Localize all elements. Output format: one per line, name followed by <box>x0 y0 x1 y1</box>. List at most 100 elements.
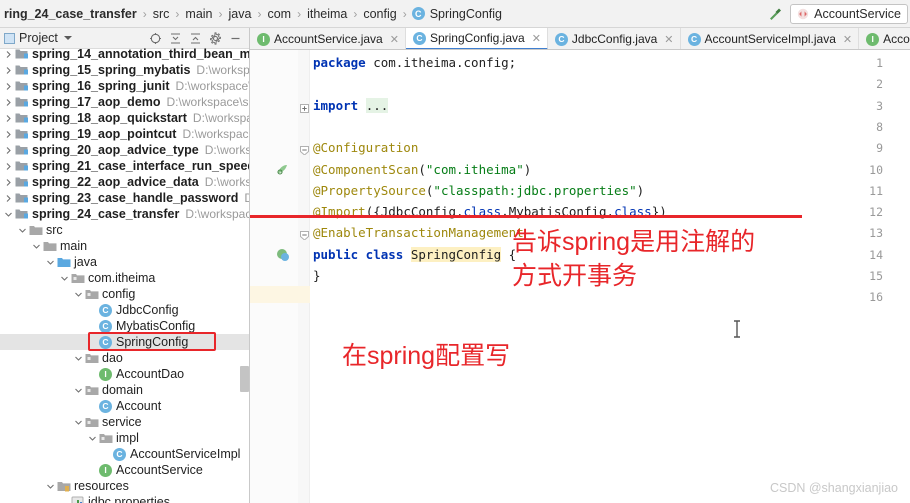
tree-item-jdbc-properties[interactable]: jdbc.properties <box>0 494 249 503</box>
gear-icon[interactable] <box>209 31 222 45</box>
editor-tab-jdbcconfig-java[interactable]: C JdbcConfig.java ✕ <box>548 28 681 49</box>
tree-item-mybatisconfig[interactable]: C MybatisConfig <box>0 318 249 334</box>
class-icon: C <box>98 303 113 317</box>
chevron-down-icon[interactable] <box>63 36 72 40</box>
tree-item-spring-16-spring-junit[interactable]: spring_16_spring_junit D:\workspace\sprin… <box>0 78 249 94</box>
tree-item-spring-23-case-handle-password[interactable]: spring_23_case_handle_passwordD:\worksp <box>0 190 249 206</box>
tree-item-jdbcconfig[interactable]: C JdbcConfig <box>0 302 249 318</box>
chevron-right-icon[interactable] <box>2 146 14 155</box>
tree-item-com-itheima[interactable]: com.itheima <box>0 270 249 286</box>
run-config-label: AccountService <box>814 6 901 21</box>
chevron-down-icon[interactable] <box>16 226 28 235</box>
tree-item-accountservice[interactable]: I AccountService <box>0 462 249 478</box>
tree-item-config[interactable]: config <box>0 286 249 302</box>
tree-item-main[interactable]: main <box>0 238 249 254</box>
chevron-down-icon[interactable] <box>72 386 84 395</box>
chevron-down-icon[interactable] <box>72 354 84 363</box>
breadcrumb-item[interactable]: main <box>184 7 213 21</box>
tree-item-spring-19-aop-pointcut[interactable]: spring_19_aop_pointcut D:\workspace\sprin… <box>0 126 249 142</box>
breadcrumb-item[interactable]: java <box>228 7 253 21</box>
editor-tab-accountserviceimpl-java[interactable]: C AccountServiceImpl.java ✕ <box>681 28 860 49</box>
class-icon: C <box>98 319 113 333</box>
editor-tab-accountservice-java[interactable]: I AccountService.java ✕ <box>250 28 406 49</box>
chevron-right-icon[interactable] <box>2 178 14 187</box>
tree-item-spring-20-aop-advice-type[interactable]: spring_20_aop_advice_type D:\workspace\sp <box>0 142 249 158</box>
breadcrumb-item[interactable]: com <box>266 7 292 21</box>
line-number: 14 <box>869 247 883 262</box>
expand-all-icon[interactable] <box>169 32 182 45</box>
tree-item-spring-18-aop-quickstart[interactable]: spring_18_aop_quickstart D:\workspace\spr <box>0 110 249 126</box>
project-scrollbar-thumb[interactable] <box>240 366 249 392</box>
chevron-right-icon[interactable] <box>2 98 14 107</box>
chevron-down-icon[interactable] <box>86 434 98 443</box>
chevron-right-icon[interactable] <box>2 82 14 91</box>
tree-item-path: D:\workspace\sp <box>204 143 249 157</box>
chevron-right-icon[interactable] <box>2 194 14 203</box>
breadcrumb-label: java <box>228 6 252 21</box>
chevron-right-icon[interactable] <box>2 66 14 75</box>
tree-item-spring-22-aop-advice-data[interactable]: spring_22_aop_advice_data D:\workspace\sp <box>0 174 249 190</box>
tree-item-label: spring_16_spring_junit <box>32 79 170 93</box>
fold-toggle-icon[interactable] <box>300 229 309 242</box>
breadcrumb[interactable]: ring_24_case_transfer › src › main › java › com ›… <box>0 7 766 21</box>
tree-item-account[interactable]: C Account <box>0 398 249 414</box>
source-folder-icon <box>56 257 71 268</box>
close-icon[interactable]: ✕ <box>390 33 399 46</box>
editor-tab-label: SpringConfig.java <box>429 31 525 45</box>
chevron-right-icon[interactable] <box>2 114 14 123</box>
tree-item-spring-24-case-transfer[interactable]: spring_24_case_transfer D:\workspace\spri… <box>0 206 249 222</box>
breadcrumb-item[interactable]: itheima <box>306 7 348 21</box>
tree-item-java[interactable]: java <box>0 254 249 270</box>
editor-tab-accountdao-java[interactable]: IAccountDao.java✕ <box>859 28 910 49</box>
breadcrumb-label: main <box>185 6 213 21</box>
tree-item-accountdao[interactable]: I AccountDao <box>0 366 249 382</box>
hammer-icon[interactable] <box>766 5 784 23</box>
tree-item-springconfig[interactable]: C SpringConfig <box>0 334 249 350</box>
project-panel-icon <box>4 32 15 44</box>
chevron-down-icon[interactable] <box>44 258 56 267</box>
chevron-right-icon[interactable] <box>2 162 14 171</box>
breadcrumb-separator: › <box>353 6 358 21</box>
close-icon[interactable]: ✕ <box>532 32 541 45</box>
fold-toggle-icon[interactable] <box>300 144 309 156</box>
code-editor[interactable]: 1 package com.itheima.config; 2 3 import ...… <box>250 50 910 503</box>
tree-item-domain[interactable]: domain <box>0 382 249 398</box>
chevron-down-icon[interactable] <box>72 290 84 299</box>
spring-bean-icon[interactable] <box>276 248 290 262</box>
breadcrumb-item[interactable]: src <box>152 7 171 21</box>
breadcrumb-item[interactable]: config <box>362 7 397 21</box>
minimize-icon[interactable] <box>229 32 242 45</box>
chevron-down-icon[interactable] <box>58 274 70 283</box>
tree-item-spring-14-annotation-third-bean-manager[interactable]: spring_14_annotation_third_bean_manager <box>0 46 249 62</box>
fold-toggle-icon[interactable] <box>300 102 309 113</box>
package-icon <box>70 273 85 284</box>
close-icon[interactable]: ✕ <box>664 33 673 46</box>
tree-item-accountserviceimpl[interactable]: C AccountServiceImpl <box>0 446 249 462</box>
breadcrumb-label: com <box>267 6 292 21</box>
close-icon[interactable]: ✕ <box>843 33 852 46</box>
tree-item-label: spring_18_aop_quickstart <box>32 111 187 125</box>
editor-fold-strip <box>298 50 310 503</box>
bean-icon[interactable] <box>276 163 290 177</box>
chevron-right-icon[interactable] <box>2 50 14 59</box>
tree-item-resources[interactable]: resources <box>0 478 249 494</box>
tree-item-spring-21-case-interface-run-speed[interactable]: spring_21_case_interface_run_speedD:\wor… <box>0 158 249 174</box>
tree-item-impl[interactable]: impl <box>0 430 249 446</box>
run-configuration-selector[interactable]: AccountService <box>790 3 908 24</box>
chevron-down-icon[interactable] <box>30 242 42 251</box>
tree-item-spring-17-aop-demo[interactable]: spring_17_aop_demo D:\workspace\spring\s <box>0 94 249 110</box>
chevron-down-icon[interactable] <box>2 210 14 219</box>
tree-item-dao[interactable]: dao <box>0 350 249 366</box>
editor-tab-bar[interactable]: I AccountService.java ✕ C SpringConfig.java ✕… <box>250 28 910 50</box>
editor-tab-springconfig-java[interactable]: C SpringConfig.java ✕ <box>405 28 548 49</box>
locate-icon[interactable] <box>149 32 162 45</box>
breadcrumb-item[interactable]: C SpringConfig <box>411 7 503 21</box>
tree-item-src[interactable]: src <box>0 222 249 238</box>
chevron-down-icon[interactable] <box>72 418 84 427</box>
breadcrumb-item[interactable]: ring_24_case_transfer <box>3 7 138 21</box>
chevron-right-icon[interactable] <box>2 130 14 139</box>
collapse-all-icon[interactable] <box>189 32 202 45</box>
chevron-down-icon[interactable] <box>44 482 56 491</box>
tree-item-spring-15-spring-mybatis[interactable]: spring_15_spring_mybatis D:\workspace\spr <box>0 62 249 78</box>
tree-item-service[interactable]: service <box>0 414 249 430</box>
